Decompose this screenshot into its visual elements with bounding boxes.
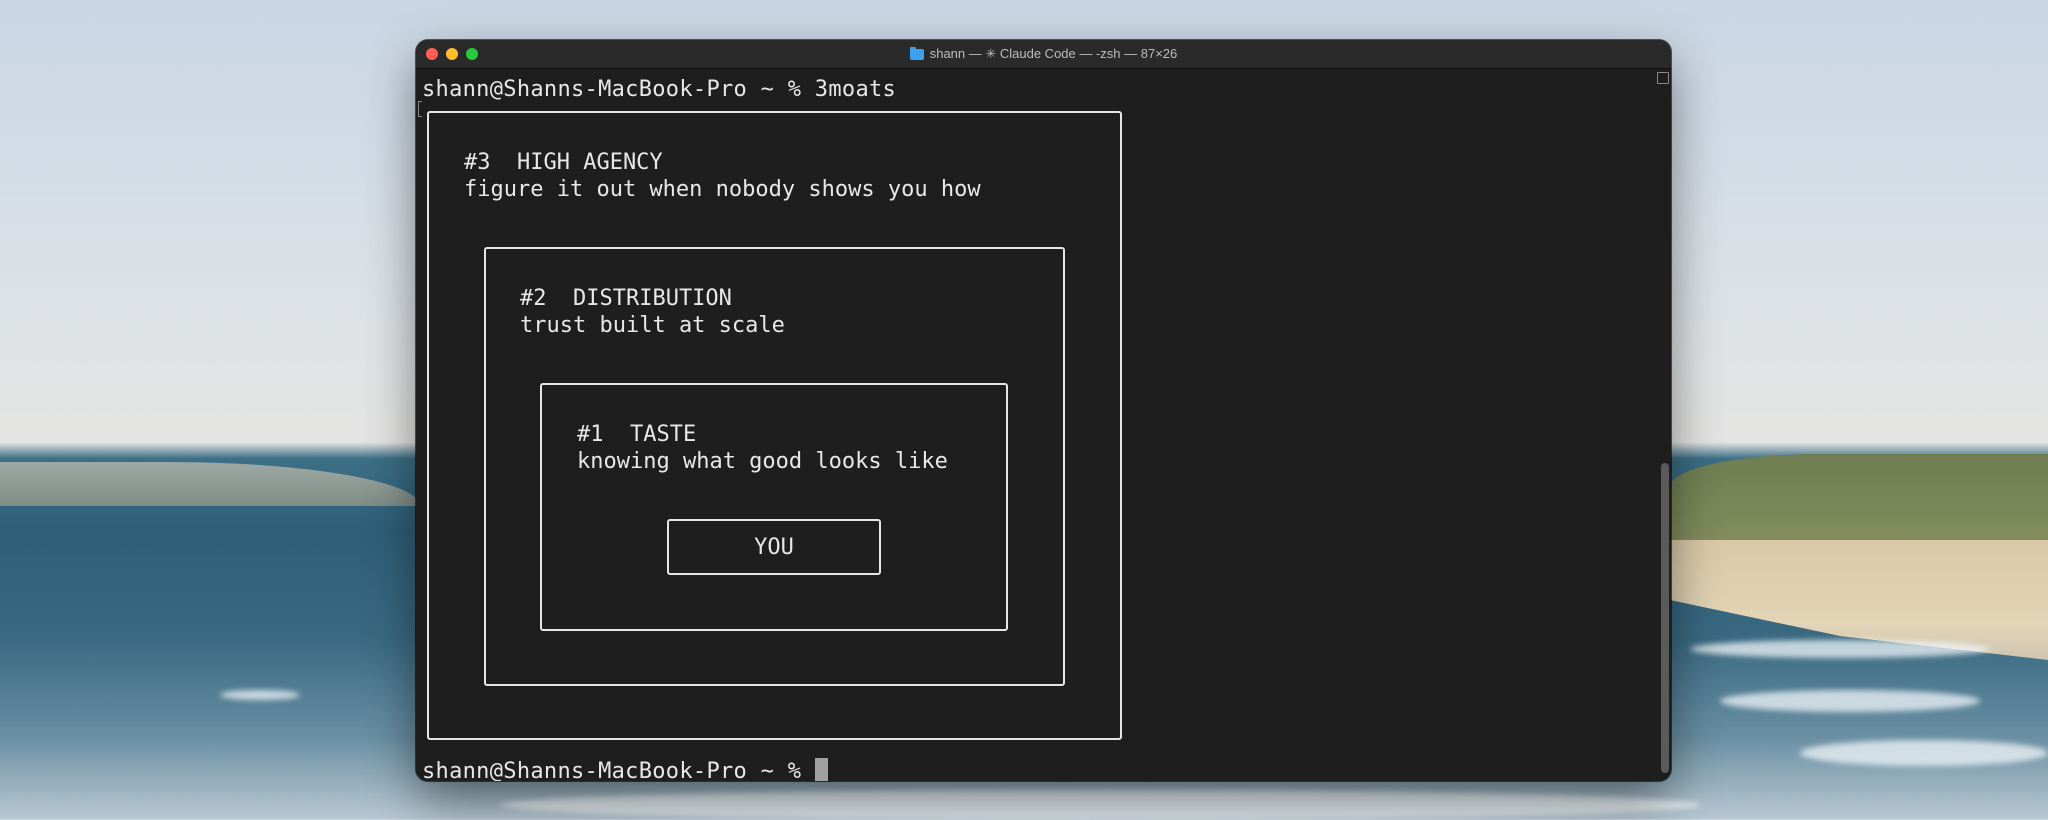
prompt-line[interactable]: shann@Shanns-MacBook-Pro ~ % xyxy=(422,758,828,781)
wallpaper-hills-left xyxy=(0,462,420,506)
scrollbar-thumb[interactable] xyxy=(1661,463,1669,773)
wallpaper-foam xyxy=(1800,740,2048,766)
terminal-window[interactable]: shann — ✳ Claude Code — -zsh — 87×26 sha… xyxy=(416,40,1671,781)
terminal-content[interactable]: shann@Shanns-MacBook-Pro ~ % 3moats #3 H… xyxy=(416,69,1655,781)
moat-1-description: knowing what good looks like xyxy=(577,449,948,474)
wallpaper-foam xyxy=(1720,690,1980,712)
moat-1-heading: #1 TASTE xyxy=(577,422,697,447)
moat-3-heading: #3 HIGH AGENCY xyxy=(464,150,663,175)
prompt-text: shann@Shanns-MacBook-Pro ~ % xyxy=(422,759,815,781)
title-bar[interactable]: shann — ✳ Claude Code — -zsh — 87×26 xyxy=(416,40,1671,69)
moat-2-heading: #2 DISTRIBUTION xyxy=(520,286,732,311)
wallpaper-foam xyxy=(1690,640,1990,658)
you-box: YOU xyxy=(667,519,881,575)
wallpaper-foam xyxy=(220,690,300,700)
wallpaper-foam xyxy=(500,790,1700,820)
scroll-marker-icon xyxy=(1657,72,1669,84)
folder-icon xyxy=(909,46,924,60)
window-title: shann — ✳ Claude Code — -zsh — 87×26 xyxy=(929,46,1178,61)
command-line: shann@Shanns-MacBook-Pro ~ % 3moats xyxy=(422,77,897,102)
moat-2-description: trust built at scale xyxy=(520,313,785,338)
window-title-container: shann — ✳ Claude Code — -zsh — 87×26 xyxy=(416,40,1671,68)
moat-3-description: figure it out when nobody shows you how xyxy=(464,177,981,202)
text-cursor xyxy=(814,758,828,781)
mark-bracket-icon xyxy=(418,101,422,117)
